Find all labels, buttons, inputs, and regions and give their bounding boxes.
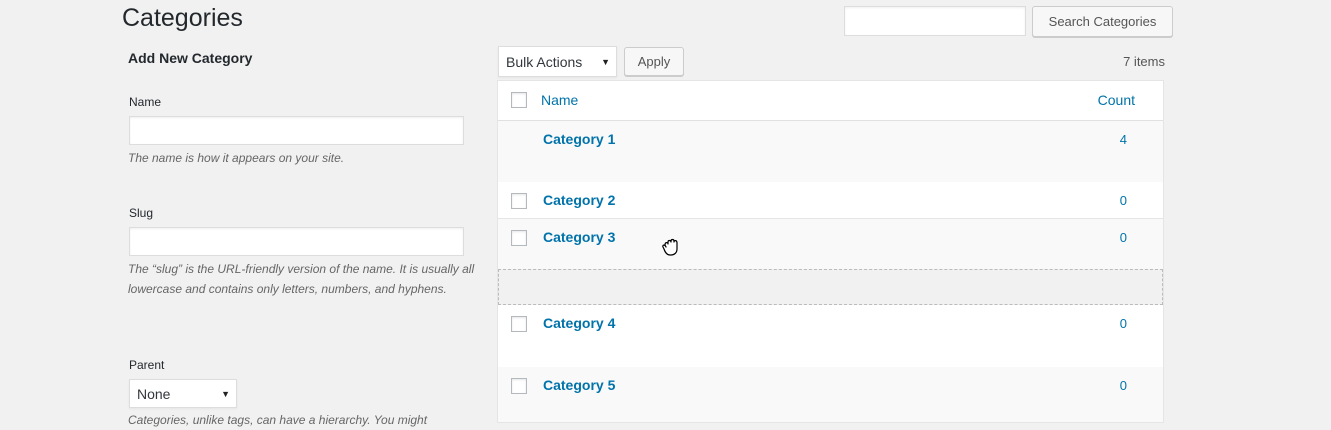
apply-button[interactable]: Apply <box>624 47 684 76</box>
page-title: Categories <box>122 4 243 32</box>
table-row: Category 1 4 <box>498 121 1163 182</box>
grab-hand-cursor-icon <box>662 238 678 256</box>
column-count-header[interactable]: Count <box>1098 92 1135 108</box>
add-new-category-heading: Add New Category <box>128 50 253 66</box>
parent-selected-value: None <box>137 385 171 402</box>
name-description: The name is how it appears on your site. <box>128 151 345 165</box>
category-count-link[interactable]: 0 <box>1120 378 1127 393</box>
bulk-actions-value: Bulk Actions <box>506 53 583 70</box>
name-label: Name <box>129 95 162 109</box>
slug-field[interactable] <box>129 227 464 256</box>
category-name-link[interactable]: Category 3 <box>543 229 615 245</box>
bulk-actions-select[interactable]: Bulk Actions ▼ <box>498 46 617 77</box>
table-row: Category 4 0 <box>498 305 1163 367</box>
category-name-link[interactable]: Category 2 <box>543 192 615 208</box>
category-count-link[interactable]: 0 <box>1120 316 1127 331</box>
parent-label: Parent <box>129 358 165 372</box>
row-checkbox[interactable] <box>511 378 527 394</box>
category-count-link[interactable]: 0 <box>1120 230 1127 245</box>
search-categories-button[interactable]: Search Categories <box>1032 6 1173 37</box>
slug-label: Slug <box>129 206 154 220</box>
search-input[interactable] <box>844 6 1026 36</box>
table-row: Category 2 0 <box>498 182 1163 219</box>
table-header: Name Count <box>498 81 1163 121</box>
category-name-link[interactable]: Category 5 <box>543 377 615 393</box>
name-field[interactable] <box>129 116 464 145</box>
select-all-checkbox[interactable] <box>511 92 527 108</box>
drop-placeholder[interactable] <box>498 269 1163 305</box>
column-name-header[interactable]: Name <box>541 92 578 108</box>
caret-down-icon: ▼ <box>221 388 230 399</box>
category-count-link[interactable]: 4 <box>1120 132 1127 147</box>
row-checkbox[interactable] <box>511 230 527 246</box>
row-checkbox[interactable] <box>511 193 527 209</box>
table-row: Category 5 0 <box>498 367 1163 422</box>
categories-table: Name Count Category 1 4 Category 2 0 Cat… <box>497 80 1164 423</box>
items-count: 7 items <box>1123 54 1165 69</box>
slug-description: The “slug” is the URL-friendly version o… <box>128 262 475 296</box>
table-row-dragging[interactable]: Category 3 0 <box>498 219 1163 269</box>
caret-down-icon: ▼ <box>601 56 610 67</box>
parent-description: Categories, unlike tags, can have a hier… <box>128 413 428 427</box>
category-name-link[interactable]: Category 1 <box>543 131 615 147</box>
category-count-link[interactable]: 0 <box>1120 193 1127 208</box>
category-name-link[interactable]: Category 4 <box>543 315 615 331</box>
parent-select[interactable]: None ▼ <box>129 379 237 408</box>
row-checkbox[interactable] <box>511 316 527 332</box>
